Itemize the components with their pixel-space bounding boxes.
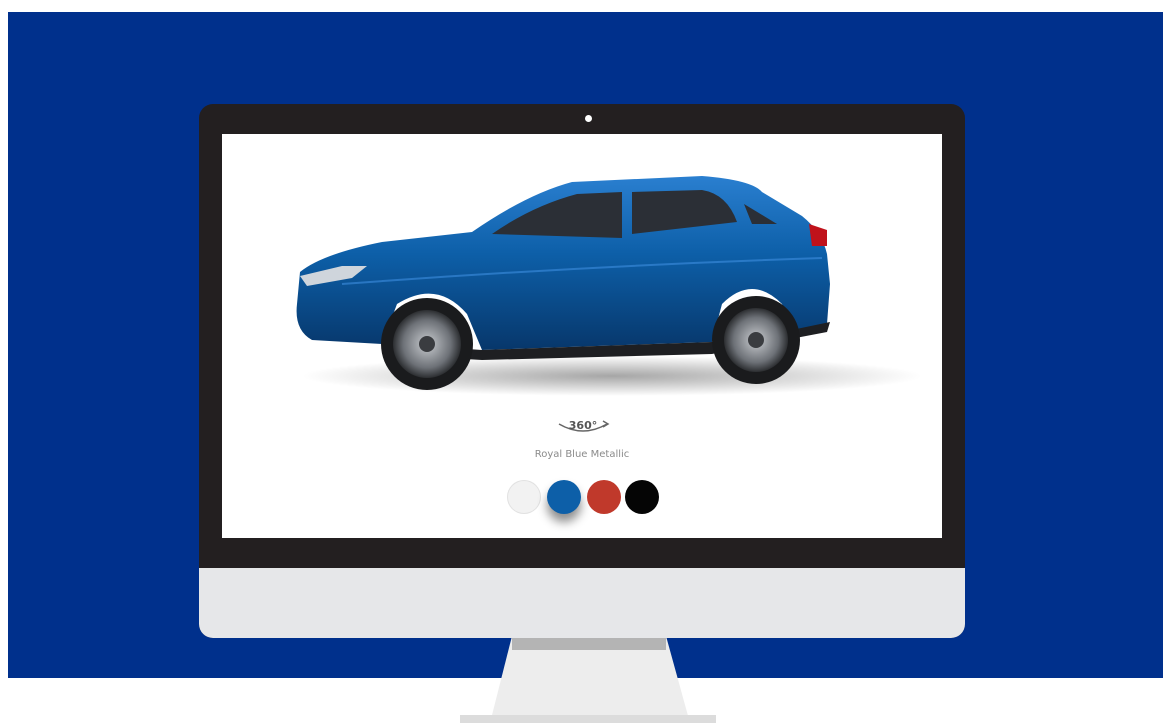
- screen: 360° Royal Blue Metallic: [222, 134, 942, 538]
- car-image[interactable]: [282, 154, 922, 404]
- color-swatches: [507, 480, 667, 520]
- swatch-red[interactable]: [587, 480, 621, 514]
- monitor: 360° Royal Blue Metallic: [199, 104, 965, 638]
- swatch-blue[interactable]: [547, 480, 581, 514]
- swatch-black[interactable]: [625, 480, 659, 514]
- webcam-dot: [585, 115, 592, 122]
- rotate-label: 360°: [568, 419, 598, 432]
- swatch-white[interactable]: [507, 480, 541, 514]
- monitor-chin: [199, 568, 965, 638]
- selected-color-name: Royal Blue Metallic: [534, 449, 630, 460]
- rotate-360-button[interactable]: 360°: [553, 414, 613, 438]
